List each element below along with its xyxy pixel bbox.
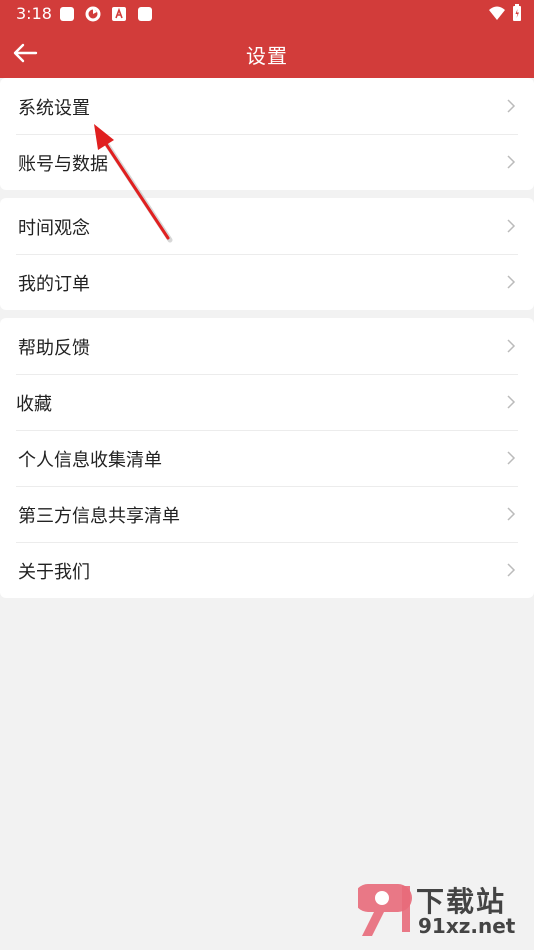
list-item-label: 系统设置	[18, 98, 90, 119]
third-party-sharing-list-item[interactable]: 第三方信息共享清单	[0, 486, 534, 542]
list-item-label: 账号与数据	[18, 154, 108, 175]
status-bar: 3:18	[0, 0, 534, 28]
settings-group-personal: 时间观念 我的订单	[0, 198, 534, 310]
status-notification-icons	[58, 5, 154, 23]
chevron-right-icon	[507, 451, 516, 465]
notification-square-icon	[58, 5, 76, 23]
account-data-item[interactable]: 账号与数据	[0, 134, 534, 190]
chevron-right-icon	[507, 339, 516, 353]
chevron-right-icon	[507, 155, 516, 169]
app-bar: 设置	[0, 28, 534, 78]
list-item-label: 第三方信息共享清单	[18, 506, 180, 527]
system-settings-item[interactable]: 系统设置	[0, 78, 534, 134]
favorites-item[interactable]: 收藏	[0, 374, 534, 430]
watermark: 下载站 91xz.net	[358, 878, 528, 944]
settings-group-account: 系统设置 账号与数据	[0, 78, 534, 190]
chevron-right-icon	[507, 563, 516, 577]
wifi-icon	[488, 5, 506, 25]
sync-icon	[84, 5, 102, 23]
page-title: 设置	[246, 44, 288, 68]
list-item-label: 我的订单	[18, 274, 90, 295]
about-us-item[interactable]: 关于我们	[0, 542, 534, 598]
list-item-label: 个人信息收集清单	[18, 450, 162, 471]
app-a-icon	[110, 5, 128, 23]
chevron-right-icon	[507, 395, 516, 409]
site-logo-icon	[358, 884, 412, 936]
status-system-icons	[488, 4, 522, 26]
time-concept-item[interactable]: 时间观念	[0, 198, 534, 254]
watermark-site: 91xz.net	[418, 914, 516, 938]
chevron-right-icon	[507, 275, 516, 289]
status-time: 3:18	[16, 4, 52, 23]
list-item-label: 收藏	[16, 394, 52, 415]
chevron-right-icon	[507, 219, 516, 233]
settings-group-info: 帮助反馈 收藏 个人信息收集清单 第三方信息共享清单 关于我们	[0, 318, 534, 598]
list-item-label: 时间观念	[18, 218, 90, 239]
list-item-label: 关于我们	[18, 562, 90, 583]
list-item-label: 帮助反馈	[18, 338, 90, 359]
notification-square-icon	[136, 5, 154, 23]
battery-icon	[512, 4, 522, 26]
personal-info-list-item[interactable]: 个人信息收集清单	[0, 430, 534, 486]
chevron-right-icon	[507, 99, 516, 113]
chevron-right-icon	[507, 507, 516, 521]
help-feedback-item[interactable]: 帮助反馈	[0, 318, 534, 374]
my-orders-item[interactable]: 我的订单	[0, 254, 534, 310]
